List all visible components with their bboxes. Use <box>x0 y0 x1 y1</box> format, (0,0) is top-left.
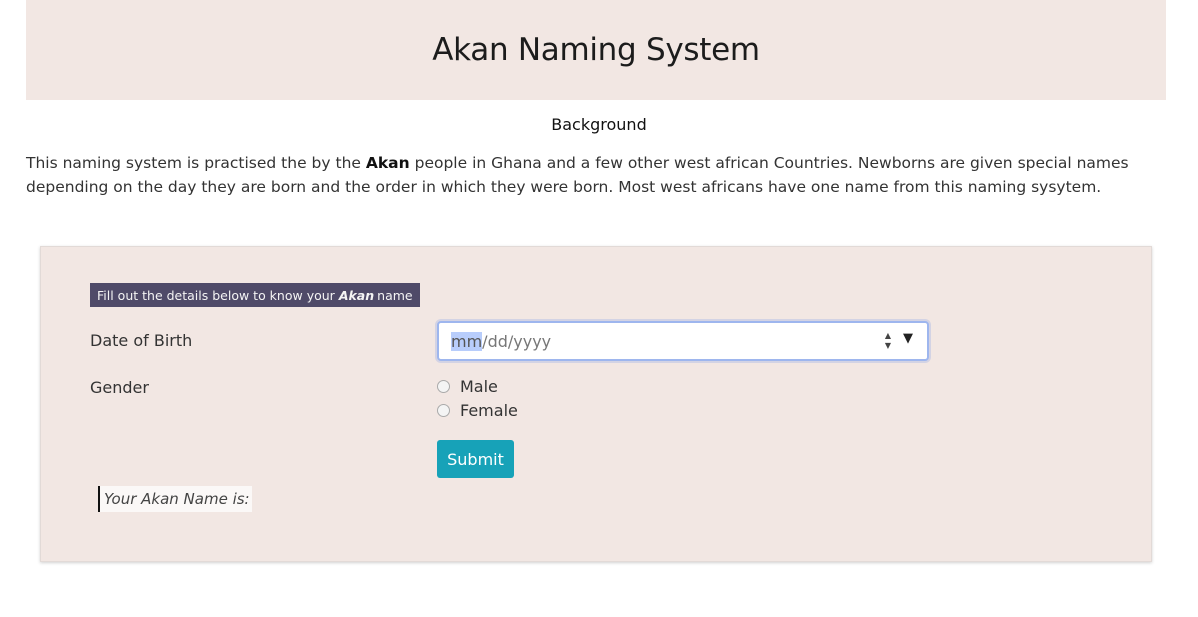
spinner-icon[interactable]: ▲ ▼ <box>883 332 893 350</box>
gender-label: Gender <box>90 378 149 397</box>
akan-name-result: Your Akan Name is: <box>98 486 252 512</box>
background-heading: Background <box>551 115 647 134</box>
akan-highlight: Akan <box>365 154 410 172</box>
background-text-part-1: This naming system is practised the by t… <box>26 154 366 172</box>
background-text: This naming system is practised the by t… <box>26 151 1166 199</box>
dob-label: Date of Birth <box>90 331 193 350</box>
dob-placeholder: mm/dd/yyyy <box>451 331 551 351</box>
dob-rest-segment[interactable]: /dd/yyyy <box>482 332 551 351</box>
form-prompt-emphasis: Akan <box>338 287 375 303</box>
form-card: Fill out the details below to know your … <box>40 246 1152 562</box>
dropdown-arrow-icon[interactable]: ▼ <box>903 331 913 346</box>
form-prompt-suffix: name <box>377 287 413 303</box>
gender-option-female[interactable]: Female <box>437 401 518 420</box>
male-label: Male <box>460 377 498 396</box>
female-label: Female <box>460 401 518 420</box>
spin-down-icon[interactable]: ▼ <box>885 342 891 350</box>
page-title: Akan Naming System <box>432 32 760 68</box>
spin-up-icon[interactable]: ▲ <box>885 332 891 340</box>
form-prompt-text: Fill out the details below to know your <box>97 287 335 303</box>
dob-month-segment[interactable]: mm <box>451 331 483 351</box>
form-prompt: Fill out the details below to know your … <box>90 283 420 307</box>
female-radio[interactable] <box>437 404 450 417</box>
dob-input[interactable]: mm/dd/yyyy ▲ ▼ ▼ <box>437 321 929 361</box>
gender-option-male[interactable]: Male <box>437 377 498 396</box>
submit-button[interactable]: Submit <box>437 440 514 478</box>
page-header: Akan Naming System <box>26 0 1166 100</box>
male-radio[interactable] <box>437 380 450 393</box>
